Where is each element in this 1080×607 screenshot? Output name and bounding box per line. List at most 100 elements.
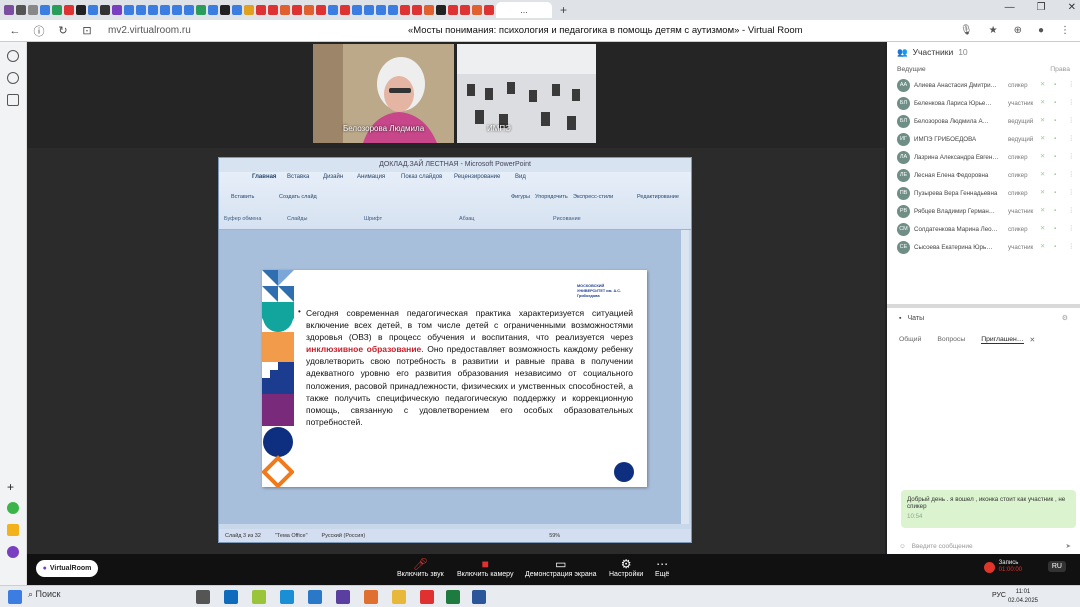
tab-favicon[interactable] bbox=[136, 5, 146, 15]
close-icon[interactable]: ✕ bbox=[1030, 336, 1036, 344]
video-tile[interactable]: Белозорова Людмила bbox=[313, 44, 454, 143]
tab-favicon[interactable] bbox=[280, 5, 290, 15]
extensions-icon[interactable]: ⊕ bbox=[1014, 25, 1022, 36]
ribbon-tab[interactable]: Вид bbox=[515, 174, 526, 180]
reload-icon[interactable]: ↻ bbox=[54, 24, 72, 37]
browser-icon[interactable] bbox=[4, 5, 14, 15]
tab-favicon[interactable] bbox=[340, 5, 350, 15]
taskview-icon[interactable] bbox=[196, 590, 210, 604]
tab-favicon[interactable] bbox=[52, 5, 62, 15]
camera-icon[interactable]: ▪ bbox=[1054, 81, 1062, 89]
figures-button[interactable]: Фигуры bbox=[511, 194, 530, 200]
tab-favicon[interactable] bbox=[412, 5, 422, 15]
more-icon[interactable]: ⋮ bbox=[1068, 225, 1076, 233]
ribbon-tab[interactable]: Анимация bbox=[357, 174, 385, 180]
ribbon-tab[interactable]: Показ слайдов bbox=[401, 174, 442, 180]
mic-icon[interactable]: ✕ bbox=[1040, 153, 1048, 161]
more-icon[interactable]: ⋮ bbox=[1068, 207, 1076, 215]
participant-row[interactable]: СМ Солдатенкова Марина Лео… спикер ✕ ▪ ⋮ bbox=[887, 220, 1080, 238]
camera-icon[interactable]: ▪ bbox=[1054, 207, 1062, 215]
app-icon[interactable] bbox=[308, 590, 322, 604]
mic-icon[interactable]: ✕ bbox=[1040, 207, 1048, 215]
mic-button[interactable]: 🎤︎ Включить звук bbox=[397, 557, 444, 578]
excel-icon[interactable] bbox=[446, 590, 460, 604]
more-icon[interactable]: ⋮ bbox=[1068, 189, 1076, 197]
add-icon[interactable]: + bbox=[7, 480, 19, 494]
menu-icon[interactable]: ⋮ bbox=[1060, 25, 1070, 36]
participant-row[interactable]: СЕ Сысоева Екатерина Юрь… участник ✕ ▪ ⋮ bbox=[887, 238, 1080, 256]
tab-favicon[interactable] bbox=[352, 5, 362, 15]
tab-favicon[interactable] bbox=[184, 5, 194, 15]
app-icon[interactable] bbox=[252, 590, 266, 604]
home-icon[interactable] bbox=[7, 50, 19, 62]
tab-favicon[interactable] bbox=[316, 5, 326, 15]
screen-share-button[interactable]: ▭ Демонстрация экрана bbox=[525, 557, 597, 578]
create-slide-button[interactable]: Создать слайд bbox=[279, 194, 317, 200]
participant-row[interactable]: ПВ Пузырева Вера Геннадьевна спикер ✕ ▪ ⋮ bbox=[887, 184, 1080, 202]
more-icon[interactable]: ⋮ bbox=[1068, 81, 1076, 89]
more-icon[interactable]: ⋮ bbox=[1068, 117, 1076, 125]
tab-favicon[interactable] bbox=[484, 5, 494, 15]
tab-favicon[interactable] bbox=[112, 5, 122, 15]
mic-indicator-icon[interactable]: 🎙 bbox=[960, 25, 973, 36]
app-icon[interactable] bbox=[7, 524, 19, 536]
ribbon-tab[interactable]: Главная bbox=[252, 174, 276, 180]
video-tile[interactable]: ИМПЭ bbox=[457, 44, 596, 143]
tab-favicon[interactable] bbox=[460, 5, 470, 15]
search-box[interactable]: ⌕ Поиск bbox=[28, 589, 61, 600]
mic-icon[interactable]: ✕ bbox=[1040, 99, 1048, 107]
participant-row[interactable]: ИГ ИМПЭ ГРИБОЕДОВА ведущий ✕ ▪ ⋮ bbox=[887, 130, 1080, 148]
camera-icon[interactable]: ▪ bbox=[1054, 189, 1062, 197]
tab-favicon[interactable] bbox=[472, 5, 482, 15]
tab-favicon[interactable] bbox=[88, 5, 98, 15]
tab-favicon[interactable] bbox=[208, 5, 218, 15]
profile-icon[interactable]: ● bbox=[1038, 25, 1044, 36]
mic-icon[interactable]: ✕ bbox=[1040, 243, 1048, 251]
clock[interactable]: 11:01 02.04.2025 bbox=[1008, 588, 1038, 605]
tab-favicon[interactable] bbox=[28, 5, 38, 15]
send-icon[interactable]: ➤ bbox=[1066, 542, 1071, 550]
participant-row[interactable]: БЛ Белозорова Людмила А… ведущий ✕ ▪ ⋮ bbox=[887, 112, 1080, 130]
tab-favicon[interactable] bbox=[364, 5, 374, 15]
tab-favicon[interactable] bbox=[448, 5, 458, 15]
outlook-icon[interactable] bbox=[224, 590, 238, 604]
camera-button[interactable]: ■ Включить камеру bbox=[457, 557, 513, 578]
app-icon[interactable] bbox=[7, 502, 19, 514]
bookmark-icon[interactable]: ★ bbox=[989, 25, 998, 36]
participant-row[interactable]: АА Алиева Анастасия Дмитри… спикер ✕ ▪ ⋮ bbox=[887, 76, 1080, 94]
camera-icon[interactable]: ▪ bbox=[1054, 225, 1062, 233]
tab-favicon[interactable] bbox=[232, 5, 242, 15]
tab-favicon[interactable] bbox=[172, 5, 182, 15]
url-field[interactable]: mv2.virtualroom.ru bbox=[108, 25, 288, 36]
tab-favicon[interactable] bbox=[220, 5, 230, 15]
tab-favicon[interactable] bbox=[76, 5, 86, 15]
tab-favicon[interactable] bbox=[256, 5, 266, 15]
close-icon[interactable]: ✕ bbox=[1068, 2, 1076, 13]
tab-favicon[interactable] bbox=[400, 5, 410, 15]
settings-icon[interactable]: ⚙ bbox=[1062, 314, 1068, 322]
tab-favicon[interactable] bbox=[292, 5, 302, 15]
tab-favicon[interactable] bbox=[124, 5, 134, 15]
mic-icon[interactable]: ✕ bbox=[1040, 171, 1048, 179]
participant-row[interactable]: РВ Рябцев Владимир Герман… участник ✕ ▪ ⋮ bbox=[887, 202, 1080, 220]
more-icon[interactable]: ⋮ bbox=[1068, 99, 1076, 107]
tab-favicon[interactable] bbox=[388, 5, 398, 15]
mic-icon[interactable]: ✕ bbox=[1040, 135, 1048, 143]
more-icon[interactable]: ⋮ bbox=[1068, 243, 1076, 251]
tabs-icon[interactable] bbox=[7, 94, 19, 106]
camera-icon[interactable]: ▪ bbox=[1054, 117, 1062, 125]
tab-favicon[interactable] bbox=[100, 5, 110, 15]
mic-icon[interactable]: ✕ bbox=[1040, 189, 1048, 197]
word-icon[interactable] bbox=[472, 590, 486, 604]
tab-favicon[interactable] bbox=[424, 5, 434, 15]
zoom-level[interactable]: 59% bbox=[549, 533, 560, 539]
maximize-icon[interactable]: ❐ bbox=[1037, 2, 1046, 13]
edge-icon[interactable] bbox=[280, 590, 294, 604]
quick-styles-button[interactable]: Экспресс-стили bbox=[573, 194, 613, 200]
camera-icon[interactable]: ▪ bbox=[1054, 243, 1062, 251]
app-icon[interactable] bbox=[336, 590, 350, 604]
tab-general[interactable]: Общий bbox=[899, 336, 921, 344]
ribbon-tab[interactable]: Рецензирование bbox=[454, 174, 500, 180]
camera-icon[interactable]: ▪ bbox=[1054, 99, 1062, 107]
history-icon[interactable] bbox=[7, 72, 19, 84]
